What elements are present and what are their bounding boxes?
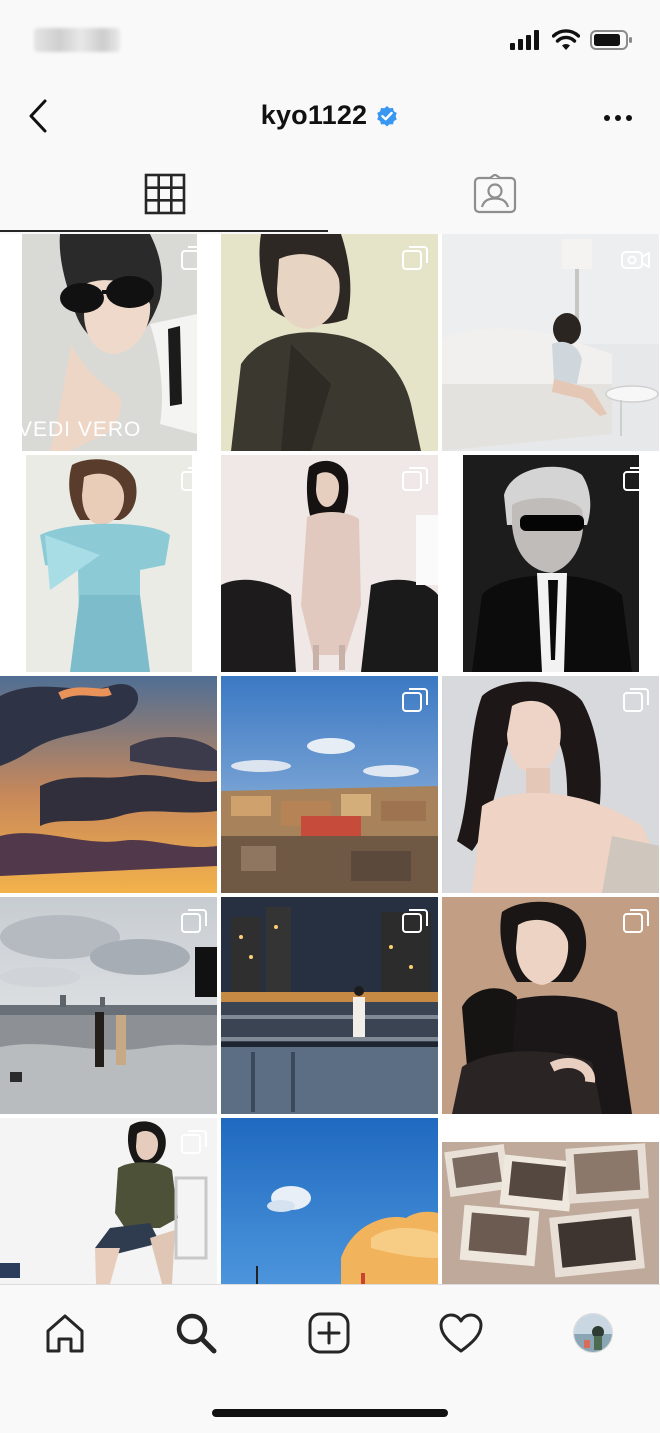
nav-profile-button[interactable]	[563, 1303, 623, 1363]
active-tab-indicator	[0, 230, 328, 232]
carousel-badge-icon	[402, 467, 428, 491]
page-title: kyo1122	[260, 100, 368, 130]
carousel-badge-icon	[402, 688, 428, 712]
signal-icon	[510, 30, 539, 50]
bottom-tab-bar	[0, 1284, 660, 1433]
verified-badge-icon	[377, 105, 398, 126]
post-image	[221, 1118, 438, 1284]
tab-tagged-posts[interactable]	[330, 154, 660, 234]
search-icon	[176, 1313, 217, 1354]
post-tile[interactable]	[442, 676, 659, 893]
grid-icon	[144, 173, 186, 215]
post-tile[interactable]	[0, 676, 217, 893]
carousel-badge-icon	[181, 246, 207, 270]
more-options-button[interactable]	[596, 98, 640, 138]
carousel-badge-icon	[181, 1130, 207, 1154]
status-icons	[510, 28, 634, 52]
post-tile[interactable]	[442, 455, 659, 672]
blurred-time	[34, 28, 120, 52]
home-icon	[46, 1314, 84, 1353]
post-tile[interactable]	[442, 234, 659, 451]
post-tile[interactable]	[221, 676, 438, 893]
carousel-badge-icon	[181, 467, 207, 491]
tagged-icon	[473, 174, 517, 214]
post-tile[interactable]	[221, 1118, 438, 1284]
post-image	[442, 1118, 659, 1284]
wifi-icon	[552, 29, 580, 50]
nav-activity-button[interactable]	[431, 1303, 491, 1363]
post-tile[interactable]	[0, 897, 217, 1114]
post-tile[interactable]	[442, 897, 659, 1114]
video-badge-icon	[621, 251, 650, 269]
post-tile[interactable]	[0, 1118, 217, 1284]
nav-home-button[interactable]	[35, 1303, 95, 1363]
carousel-badge-icon	[402, 909, 428, 933]
post-tile[interactable]: VEDI VERO	[0, 234, 217, 451]
battery-icon	[590, 30, 632, 50]
profile-tabs	[0, 154, 660, 234]
post-grid: VEDI VERO	[0, 234, 660, 1284]
post-tile[interactable]	[0, 455, 217, 672]
page-title-wrap: kyo1122	[0, 100, 660, 131]
tab-grid-posts[interactable]	[0, 154, 330, 234]
nav-new-post-button[interactable]	[299, 1303, 359, 1363]
post-image	[0, 676, 217, 893]
more-dots-icon	[604, 115, 632, 121]
post-caption: VEDI VERO	[18, 418, 142, 441]
activity-heart-icon	[439, 1313, 483, 1353]
home-indicator	[212, 1409, 448, 1417]
carousel-badge-icon	[623, 467, 649, 491]
carousel-badge-icon	[402, 246, 428, 270]
nav-search-button[interactable]	[166, 1303, 226, 1363]
new-post-icon	[308, 1312, 350, 1354]
post-tile[interactable]	[221, 897, 438, 1114]
status-bar	[0, 0, 660, 82]
profile-avatar	[573, 1313, 613, 1353]
post-tile[interactable]	[221, 234, 438, 451]
post-tile[interactable]	[442, 1118, 659, 1284]
carousel-badge-icon	[623, 909, 649, 933]
post-tile[interactable]	[221, 455, 438, 672]
profile-header: kyo1122	[0, 82, 660, 154]
carousel-badge-icon	[623, 688, 649, 712]
carousel-badge-icon	[181, 909, 207, 933]
